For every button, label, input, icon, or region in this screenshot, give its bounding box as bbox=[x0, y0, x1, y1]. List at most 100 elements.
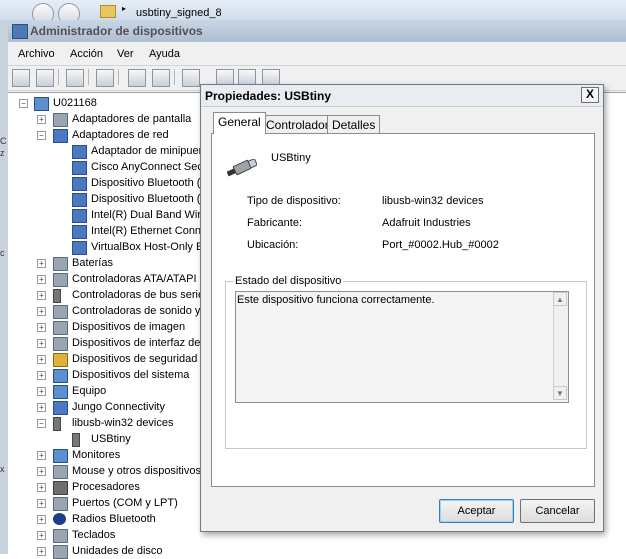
menu-ver[interactable]: Ver bbox=[117, 48, 134, 60]
tree-category-item[interactable]: Dispositivos de imagen bbox=[72, 319, 185, 335]
property-value: Port_#0002.Hub_#0002 bbox=[382, 239, 499, 251]
expand-icon[interactable]: + bbox=[37, 339, 46, 348]
tree-category-item[interactable]: Puertos (COM y LPT) bbox=[72, 495, 178, 511]
tree-category-item[interactable]: Dispositivos del sistema bbox=[72, 367, 189, 383]
tab-controlador[interactable]: Controlador bbox=[261, 115, 334, 134]
tree-category-item[interactable]: Monitores bbox=[72, 447, 120, 463]
tree-device-item[interactable]: Cisco AnyConnect Secu bbox=[91, 159, 209, 175]
menu-archivo[interactable]: Archivo bbox=[18, 48, 55, 60]
property-label: Ubicación: bbox=[247, 239, 299, 251]
tree-device-item[interactable]: Dispositivo Bluetooth ( bbox=[91, 175, 200, 191]
device-category-icon bbox=[72, 225, 87, 239]
device-category-icon bbox=[53, 417, 61, 431]
edge-fragment: c bbox=[0, 248, 5, 258]
device-category-icon bbox=[72, 145, 87, 159]
expand-icon[interactable]: + bbox=[37, 291, 46, 300]
expand-icon[interactable]: + bbox=[37, 259, 46, 268]
scan-hardware-icon[interactable] bbox=[182, 69, 200, 87]
scroll-down-icon[interactable]: ▼ bbox=[553, 386, 567, 400]
properties-icon[interactable] bbox=[96, 69, 114, 87]
tree-device-item[interactable]: USBtiny bbox=[91, 431, 131, 447]
expand-icon[interactable]: + bbox=[37, 467, 46, 476]
property-value: Adafruit Industries bbox=[382, 217, 471, 229]
collapse-icon[interactable]: − bbox=[37, 419, 46, 428]
expand-icon[interactable]: + bbox=[37, 275, 46, 284]
collapse-icon[interactable]: − bbox=[37, 131, 46, 140]
toolbar-separator bbox=[174, 69, 175, 85]
expand-icon[interactable]: + bbox=[37, 307, 46, 316]
breadcrumb[interactable]: usbtiny_signed_8 bbox=[136, 7, 222, 19]
show-hide-tree-icon[interactable] bbox=[66, 69, 84, 87]
close-button[interactable]: X bbox=[581, 87, 599, 103]
device-category-icon bbox=[53, 353, 68, 367]
device-category-icon bbox=[53, 129, 68, 143]
computer-icon bbox=[34, 97, 49, 111]
tree-device-item[interactable]: Intel(R) Dual Band Wire bbox=[91, 207, 207, 223]
tree-category-item[interactable]: Unidades de disco bbox=[72, 543, 163, 559]
device-category-icon bbox=[53, 369, 68, 383]
device-category-icon bbox=[53, 273, 68, 287]
device-category-icon bbox=[53, 385, 68, 399]
expand-icon[interactable]: + bbox=[37, 323, 46, 332]
expand-icon[interactable]: + bbox=[37, 403, 46, 412]
tree-category-item[interactable]: Equipo bbox=[72, 383, 106, 399]
device-category-icon bbox=[53, 545, 68, 559]
device-category-icon bbox=[53, 289, 61, 303]
expand-icon[interactable]: + bbox=[37, 371, 46, 380]
tree-device-item[interactable]: VirtualBox Host-Only E bbox=[91, 239, 203, 255]
view-icon[interactable] bbox=[152, 69, 170, 87]
menu-ayuda[interactable]: Ayuda bbox=[149, 48, 180, 60]
toolbar-separator bbox=[118, 69, 119, 85]
help-icon[interactable] bbox=[128, 69, 146, 87]
tree-root-label[interactable]: U021168 bbox=[53, 95, 97, 111]
toolbar-separator bbox=[88, 69, 89, 85]
tree-device-item[interactable]: Adaptador de minipuer bbox=[91, 143, 202, 159]
device-category-icon bbox=[53, 113, 68, 127]
dialog-titlebar[interactable]: Propiedades: USBtiny X bbox=[201, 85, 603, 107]
expand-icon[interactable]: + bbox=[37, 531, 46, 540]
expand-icon[interactable]: + bbox=[37, 515, 46, 524]
status-textbox[interactable] bbox=[235, 291, 569, 403]
back-arrow-icon[interactable] bbox=[12, 69, 30, 87]
expand-icon[interactable]: + bbox=[37, 115, 46, 124]
tree-category-item[interactable]: Controladoras de sonido y bbox=[72, 303, 200, 319]
menu-accion[interactable]: Acción bbox=[70, 48, 103, 60]
status-scrollbar[interactable] bbox=[553, 292, 568, 400]
collapse-icon[interactable]: − bbox=[19, 99, 28, 108]
device-category-icon bbox=[72, 193, 87, 207]
expand-icon[interactable]: + bbox=[37, 499, 46, 508]
property-value: libusb-win32 devices bbox=[382, 195, 484, 207]
tree-category-item[interactable]: Baterías bbox=[72, 255, 113, 271]
tree-device-item[interactable]: Intel(R) Ethernet Conn bbox=[91, 223, 201, 239]
breadcrumb-arrow-icon[interactable]: ▸ bbox=[122, 4, 126, 13]
tree-category-item[interactable]: Adaptadores de red bbox=[72, 127, 169, 143]
tab-general[interactable]: General bbox=[213, 112, 266, 134]
status-text: Este dispositivo funciona correctamente. bbox=[237, 294, 435, 306]
expand-icon[interactable]: + bbox=[37, 547, 46, 556]
tree-category-item[interactable]: Jungo Connectivity bbox=[72, 399, 165, 415]
tree-category-item[interactable]: Adaptadores de pantalla bbox=[72, 111, 191, 127]
expand-icon[interactable]: + bbox=[37, 387, 46, 396]
scroll-up-icon[interactable]: ▲ bbox=[553, 292, 567, 306]
expand-icon[interactable]: + bbox=[37, 483, 46, 492]
tree-category-item[interactable]: Dispositivos de seguridad bbox=[72, 351, 197, 367]
device-name: USBtiny bbox=[271, 152, 311, 164]
tree-category-item[interactable]: Controladoras ATA/ATAPI bbox=[72, 271, 197, 287]
device-category-icon bbox=[53, 401, 68, 415]
device-category-icon bbox=[53, 497, 68, 511]
tree-category-item[interactable]: Mouse y otros dispositivos bbox=[72, 463, 201, 479]
tree-category-item[interactable]: Radios Bluetooth bbox=[72, 511, 156, 527]
tree-device-item[interactable]: Dispositivo Bluetooth ( bbox=[91, 191, 200, 207]
tree-category-item[interactable]: Dispositivos de interfaz de bbox=[72, 335, 200, 351]
accept-button[interactable]: Aceptar bbox=[439, 499, 514, 523]
cancel-button[interactable]: Cancelar bbox=[520, 499, 595, 523]
tab-detalles[interactable]: Detalles bbox=[327, 115, 381, 134]
edge-fragment: C bbox=[0, 136, 7, 146]
forward-arrow-icon[interactable] bbox=[36, 69, 54, 87]
tree-category-item[interactable]: Procesadores bbox=[72, 479, 140, 495]
expand-icon[interactable]: + bbox=[37, 355, 46, 364]
tree-category-item[interactable]: Teclados bbox=[72, 527, 115, 543]
expand-icon[interactable]: + bbox=[37, 451, 46, 460]
tree-category-item[interactable]: libusb-win32 devices bbox=[72, 415, 174, 431]
tree-category-item[interactable]: Controladoras de bus serie bbox=[72, 287, 204, 303]
